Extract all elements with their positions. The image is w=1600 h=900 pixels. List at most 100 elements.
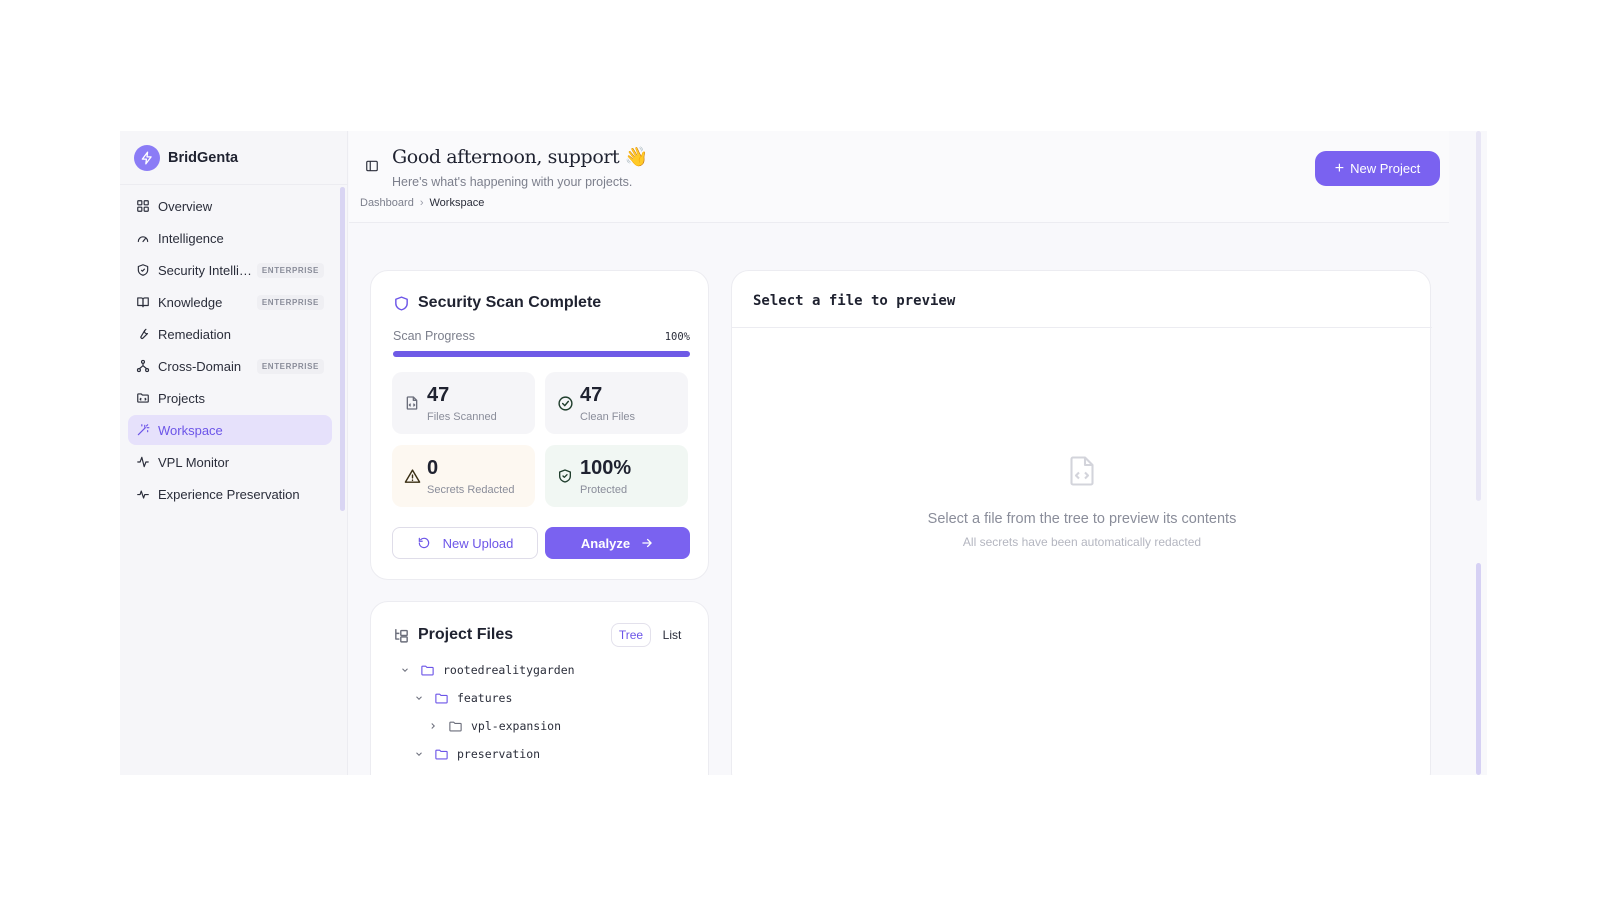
sidebar-toggle-icon[interactable] — [365, 159, 379, 178]
sidebar-item-workspace[interactable]: Workspace — [128, 415, 332, 445]
new-project-label: New Project — [1350, 161, 1421, 176]
enterprise-badge: ENTERPRISE — [256, 262, 324, 278]
sidebar-item-label: Projects — [158, 390, 205, 406]
new-project-button[interactable]: + New Project — [1315, 151, 1440, 186]
shield-icon — [135, 262, 151, 278]
tree-item[interactable]: features — [413, 688, 512, 708]
sidebar-item-overview[interactable]: Overview — [128, 191, 332, 221]
main-scrollbar[interactable] — [1476, 131, 1481, 501]
new-upload-button[interactable]: New Upload — [392, 527, 538, 559]
chevron-right-icon[interactable] — [427, 721, 439, 731]
tree-item[interactable]: rootedrealitygarden — [399, 660, 575, 680]
preview-empty-submessage: All secrets have been automatically reda… — [962, 535, 1202, 549]
refresh-icon — [417, 536, 431, 550]
stat-value: 0 — [427, 457, 439, 479]
sidebar-item-vpl-monitor[interactable]: VPL Monitor — [128, 447, 332, 477]
stat-clean-files: 47 Clean Files — [545, 372, 688, 434]
project-files-title-text: Project Files — [418, 626, 514, 643]
view-list-toggle[interactable]: List — [659, 623, 685, 647]
folder-icon — [420, 663, 435, 678]
stat-protected: 100% Protected — [545, 445, 688, 507]
enterprise-badge: ENTERPRISE — [256, 294, 324, 310]
tree-item-label: rootedrealitygarden — [443, 663, 575, 677]
file-code-icon — [1064, 451, 1100, 496]
plus-icon: + — [1334, 159, 1345, 177]
stat-value: 100% — [580, 457, 632, 479]
stat-value: 47 — [580, 384, 603, 406]
folder-icon — [434, 747, 449, 762]
tree-item[interactable]: preservation — [413, 744, 540, 764]
page-subtitle: Here's what's happening with your projec… — [392, 175, 633, 189]
tree-item[interactable]: vpl-expansion — [427, 716, 561, 736]
sidebar: BridGenta Overview Intelligence Security… — [120, 131, 348, 775]
security-scan-card: Security Scan Complete Scan Progress 100… — [370, 270, 709, 580]
sidebar-item-intelligence[interactable]: Intelligence — [128, 223, 332, 253]
app-window: BridGenta Overview Intelligence Security… — [120, 131, 1487, 775]
sidebar-item-experience-preservation[interactable]: Experience Preservation — [128, 479, 332, 509]
project-files-card: Project Files Tree List rootedrealitygar… — [370, 601, 709, 775]
chevron-right-icon: › — [419, 197, 424, 209]
file-code-icon — [403, 394, 421, 412]
file-tree-icon — [393, 627, 410, 644]
new-upload-label: New Upload — [442, 535, 514, 551]
view-tree-toggle[interactable]: Tree — [611, 623, 651, 647]
stat-caption: Files Scanned — [427, 411, 497, 423]
page-title: Good afternoon, support 👋 — [392, 146, 649, 168]
chevron-down-icon[interactable] — [399, 665, 411, 675]
sidebar-scrollbar[interactable] — [340, 187, 345, 511]
activity-icon — [135, 454, 151, 470]
network-icon — [135, 358, 151, 374]
brand-name: BridGenta — [168, 149, 239, 166]
sidebar-item-label: Cross-Domain — [158, 358, 242, 374]
stat-files-scanned: 47 Files Scanned — [392, 372, 535, 434]
wand-icon — [135, 422, 151, 438]
analyze-button[interactable]: Analyze — [545, 527, 690, 559]
bolt-icon — [134, 144, 160, 171]
sidebar-item-projects[interactable]: Projects — [128, 383, 332, 413]
tree-item-label: features — [457, 691, 513, 705]
main-area: Good afternoon, support 👋 Here's what's … — [349, 131, 1487, 775]
main-scrollbar-thumb[interactable] — [1476, 563, 1481, 775]
pulse-icon — [135, 486, 151, 502]
sidebar-item-cross-domain[interactable]: Cross-Domain ENTERPRISE — [128, 351, 332, 381]
sidebar-scrollbar-thumb[interactable] — [340, 187, 345, 511]
chevron-down-icon[interactable] — [413, 749, 425, 759]
preview-title: Select a file to preview — [753, 293, 956, 309]
check-circle-icon — [556, 394, 574, 412]
wrench-icon — [135, 326, 151, 342]
stat-caption: Clean Files — [580, 411, 636, 423]
sidebar-item-label: Experience Preservation — [158, 486, 300, 502]
folder-icon — [135, 390, 151, 406]
sidebar-item-security-intelligence[interactable]: Security Intellig... ENTERPRISE — [128, 255, 332, 285]
project-files-title: Project Files — [393, 626, 513, 644]
sidebar-item-remediation[interactable]: Remediation — [128, 319, 332, 349]
sidebar-item-knowledge[interactable]: Knowledge ENTERPRISE — [128, 287, 332, 317]
breadcrumb: Dashboard › Workspace — [360, 197, 484, 209]
shield-icon — [393, 295, 410, 312]
enterprise-badge: ENTERPRISE — [256, 358, 324, 374]
stat-value: 47 — [427, 384, 450, 406]
scan-title-text: Security Scan Complete — [418, 294, 602, 311]
sidebar-nav: Overview Intelligence Security Intellig.… — [128, 191, 332, 511]
sidebar-item-label: Security Intellig... — [158, 262, 257, 278]
warning-icon — [403, 467, 421, 485]
breadcrumb-workspace: Workspace — [429, 197, 485, 209]
book-icon — [135, 294, 151, 310]
folder-icon — [448, 719, 463, 734]
tree-item-label: preservation — [457, 747, 541, 761]
scan-progress-label: Scan Progress — [393, 329, 475, 343]
file-preview-panel: Select a file to preview Select a file f… — [731, 270, 1432, 775]
analyze-label: Analyze — [580, 535, 631, 551]
stat-caption: Secrets Redacted — [427, 484, 515, 496]
breadcrumb-dashboard[interactable]: Dashboard — [360, 197, 414, 209]
scan-card-title: Security Scan Complete — [393, 294, 601, 312]
sidebar-item-label: Intelligence — [158, 230, 224, 246]
folder-icon — [434, 691, 449, 706]
sidebar-item-label: VPL Monitor — [158, 454, 230, 470]
arrow-right-icon — [640, 536, 654, 550]
stat-secrets-redacted: 0 Secrets Redacted — [392, 445, 535, 507]
chevron-down-icon[interactable] — [413, 693, 425, 703]
brand[interactable]: BridGenta — [120, 131, 347, 185]
scan-progress-fill — [393, 351, 690, 357]
gauge-icon — [135, 230, 151, 246]
